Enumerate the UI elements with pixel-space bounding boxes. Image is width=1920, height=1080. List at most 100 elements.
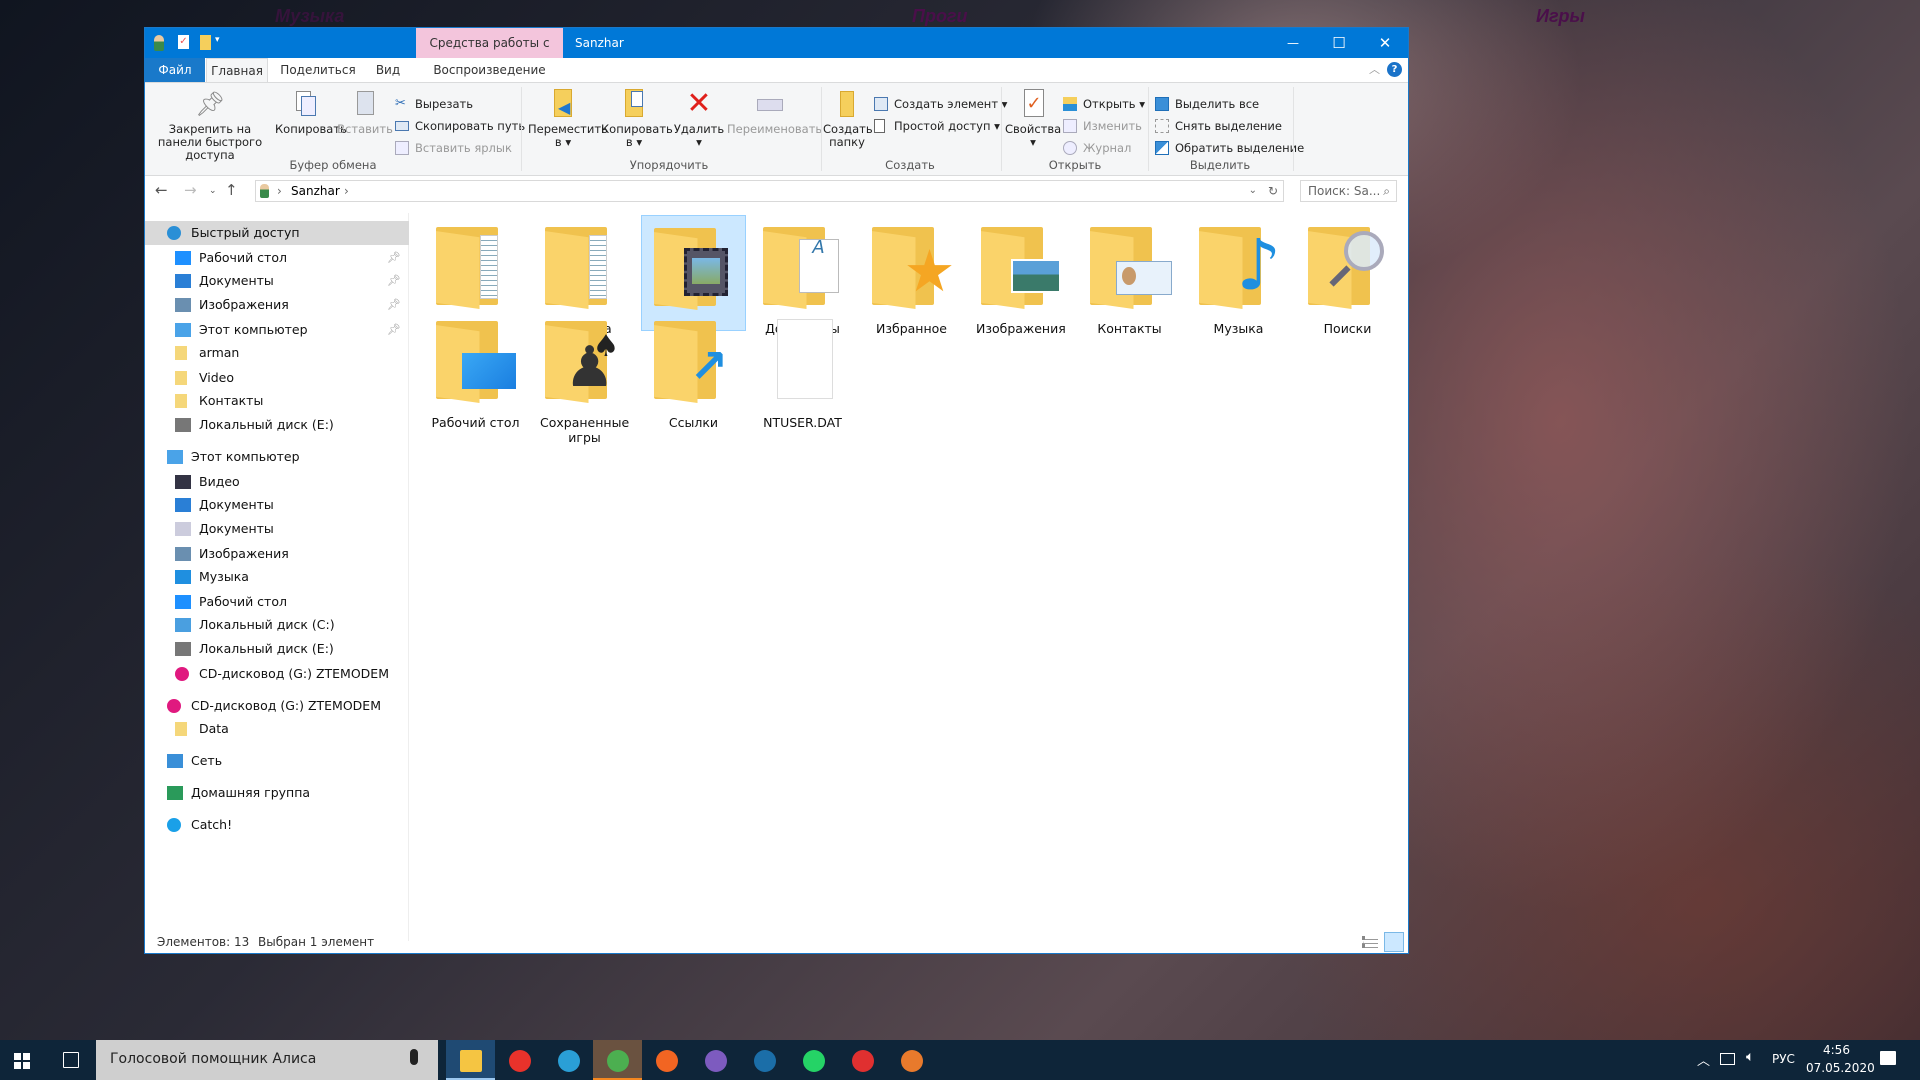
nav-item[interactable]: Документы xyxy=(145,517,409,541)
navigation-pane[interactable]: Быстрый доступ Рабочий стол 📌︎ Документы 📌︎ И… xyxy=(145,213,409,941)
clock-date[interactable]: 07.05.2020 xyxy=(1806,1061,1875,1075)
back-button[interactable]: ← xyxy=(155,181,168,199)
start-windows-icon[interactable] xyxy=(14,1053,30,1069)
edit-button[interactable]: Изменить xyxy=(1063,117,1142,135)
new-folder-quick-icon[interactable] xyxy=(200,35,211,50)
tab-file[interactable]: Файл xyxy=(145,58,205,82)
select-all-button[interactable]: Выделить все xyxy=(1155,95,1259,113)
taskbar-app-tor-browser[interactable] xyxy=(691,1040,740,1080)
nav-item[interactable]: Data xyxy=(145,717,409,741)
refresh-icon[interactable]: ↻ xyxy=(1268,181,1278,201)
tab-share[interactable]: Поделиться xyxy=(278,58,358,82)
network-tray-icon[interactable] xyxy=(1720,1053,1735,1065)
details-view-button[interactable] xyxy=(1362,936,1378,948)
tab-home[interactable]: Главная xyxy=(206,58,268,83)
taskbar-app-file-explorer[interactable] xyxy=(446,1040,495,1080)
pin-icon[interactable]: 📌︎ xyxy=(387,269,401,293)
help-icon[interactable]: ? xyxy=(1387,62,1402,77)
nav-item[interactable]: Рабочий стол xyxy=(145,590,409,614)
close-button[interactable]: ✕ xyxy=(1362,28,1408,58)
maximize-button[interactable]: ☐ xyxy=(1316,28,1362,58)
nav-item[interactable]: CD-дисковод (G:) ZTEMODEM xyxy=(145,662,409,686)
file-view[interactable]: .cacheAppDataВидеоAДокументы★ИзбранноеИз… xyxy=(411,213,1406,941)
select-none-button[interactable]: Снять выделение xyxy=(1155,117,1282,135)
nav-item[interactable]: Документы 📌︎ xyxy=(145,269,409,293)
history-button[interactable]: Журнал xyxy=(1063,139,1131,157)
large-icons-view-button[interactable] xyxy=(1384,932,1404,952)
show-hidden-icons-chevron-icon[interactable]: ︿ xyxy=(1697,1050,1710,1069)
file-item[interactable]: Рабочий стол xyxy=(423,309,528,430)
nav-item[interactable]: Музыка xyxy=(145,565,409,589)
forward-button[interactable]: → xyxy=(184,181,197,199)
action-center-icon[interactable] xyxy=(1880,1051,1896,1065)
properties-quick-icon[interactable]: ✓ xyxy=(178,35,189,49)
nav-item[interactable]: Этот компьютер 📌︎ xyxy=(145,318,409,342)
file-item[interactable]: ♟ ♠ Сохраненные игры xyxy=(532,309,637,445)
nav-item[interactable]: Этот компьютер xyxy=(145,445,409,469)
nav-item[interactable]: Локальный диск (C:) xyxy=(145,613,409,637)
volume-icon[interactable]: 🔈︎ xyxy=(1746,1049,1754,1065)
nav-item[interactable]: Локальный диск (E:) xyxy=(145,413,409,437)
taskbar-app-yandex[interactable] xyxy=(838,1040,887,1080)
address-bar[interactable]: › Sanzhar › ⌄ ↻ xyxy=(255,180,1284,202)
delete-button[interactable]: ✕ Удалить ▾ xyxy=(671,89,727,149)
tab-view[interactable]: Вид xyxy=(365,58,411,82)
desktop-label-music[interactable]: Музыка xyxy=(275,6,344,27)
copy-path-button[interactable]: Скопировать путь xyxy=(395,117,525,135)
taskbar-app-steam[interactable] xyxy=(740,1040,789,1080)
search-box[interactable]: Голосовой помощник Алиса xyxy=(96,1040,438,1080)
minimize-button[interactable]: — xyxy=(1270,28,1316,58)
nav-item[interactable]: Изображения xyxy=(145,542,409,566)
properties-button[interactable]: ✓ Свойства ▾ xyxy=(1005,89,1061,149)
file-item[interactable]: ♪ Музыка xyxy=(1186,215,1291,336)
file-item[interactable]: Поиски xyxy=(1295,215,1400,336)
nav-item[interactable]: Catch! xyxy=(145,813,409,837)
paste-shortcut-button[interactable]: Вставить ярлык xyxy=(395,139,512,157)
taskbar-app-whatsapp[interactable] xyxy=(789,1040,838,1080)
nav-item[interactable]: CD-дисковод (G:) ZTEMODEM xyxy=(145,694,409,718)
pin-icon[interactable]: 📌︎ xyxy=(387,318,401,342)
tab-playback[interactable]: Воспроизведение xyxy=(416,58,563,82)
paste-button[interactable]: Вставить xyxy=(337,89,393,136)
taskbar-app-downloader[interactable] xyxy=(544,1040,593,1080)
new-folder-button[interactable]: Создать папку xyxy=(823,89,873,149)
recent-locations-button[interactable]: ⌄ xyxy=(209,186,217,196)
up-button[interactable]: ↑ xyxy=(225,181,238,199)
invert-selection-button[interactable]: Обратить выделение xyxy=(1155,139,1304,157)
microphone-icon[interactable] xyxy=(410,1049,418,1065)
taskbar-app-yandex-browser[interactable] xyxy=(495,1040,544,1080)
nav-item[interactable]: Быстрый доступ xyxy=(145,221,409,245)
pin-icon[interactable]: 📌︎ xyxy=(387,246,401,270)
nav-item[interactable]: Домашняя группа xyxy=(145,781,409,805)
file-item[interactable]: Изображения xyxy=(968,215,1073,336)
nav-item[interactable]: Видео xyxy=(145,470,409,494)
nav-item[interactable]: Сеть xyxy=(145,749,409,773)
title-bar[interactable]: ✓ ▾ Средства работы с видео Sanzhar — ☐ … xyxy=(145,28,1408,80)
input-language[interactable]: РУС xyxy=(1772,1052,1795,1066)
nav-item[interactable]: Документы xyxy=(145,493,409,517)
rename-button[interactable]: Переименовать xyxy=(727,89,822,136)
taskbar-app-faststone[interactable] xyxy=(887,1040,936,1080)
nav-item[interactable]: Локальный диск (E:) xyxy=(145,637,409,661)
file-item[interactable]: Контакты xyxy=(1077,215,1182,336)
desktop-label-games[interactable]: Игры xyxy=(1536,6,1585,27)
cut-button[interactable]: ✂ Вырезать xyxy=(395,95,473,113)
pin-quick-access-button[interactable]: 📌︎ Закрепить на панели быстрого доступа xyxy=(149,89,271,162)
easy-access-button[interactable]: Простой доступ ▾ xyxy=(874,117,1000,135)
nav-item[interactable]: arman xyxy=(145,341,409,365)
desktop-label-programs[interactable]: Проги xyxy=(912,6,968,27)
collapse-ribbon-icon[interactable]: ︿ xyxy=(1369,61,1380,77)
taskbar-app-chrome[interactable] xyxy=(593,1040,642,1080)
nav-item[interactable]: Изображения 📌︎ xyxy=(145,293,409,317)
nav-item[interactable]: Рабочий стол 📌︎ xyxy=(145,246,409,270)
copy-button[interactable]: Копировать xyxy=(275,89,347,136)
copy-to-button[interactable]: Копировать в ▾ xyxy=(601,89,673,149)
open-button[interactable]: Открыть ▾ xyxy=(1063,95,1145,113)
task-view-icon[interactable] xyxy=(63,1052,79,1068)
file-item[interactable]: ★ Избранное xyxy=(859,215,964,336)
search-input[interactable]: Поиск: Sa... ⌕ xyxy=(1300,180,1397,202)
new-item-button[interactable]: Создать элемент ▾ xyxy=(874,95,1007,113)
clock-time[interactable]: 4:56 xyxy=(1823,1043,1850,1057)
nav-item[interactable]: Контакты xyxy=(145,389,409,413)
pin-icon[interactable]: 📌︎ xyxy=(387,293,401,317)
